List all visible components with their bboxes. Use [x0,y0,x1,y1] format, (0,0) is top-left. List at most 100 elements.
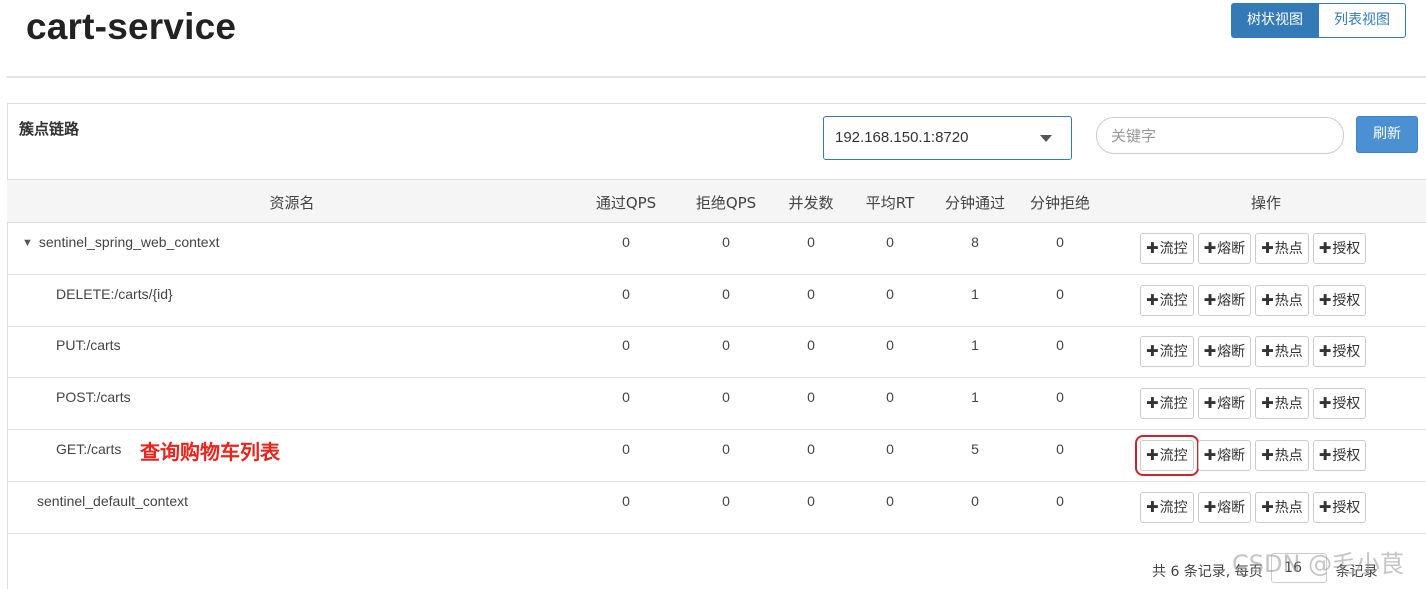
authority-button[interactable]: ✚授权 [1312,439,1367,471]
header-avg-rt: 平均RT [865,194,915,212]
flow-control-button[interactable]: ✚流控 [1140,491,1194,523]
metric-value: 0 [807,389,815,406]
authority-button[interactable]: ✚授权 [1312,284,1367,316]
op-label: 流控 [1159,447,1188,464]
row-actions: ✚流控 ✚熔断 ✚热点 ✚授权 [1140,233,1367,264]
metric-value: 0 [622,234,630,250]
table-row: PUT:/carts 0 0 0 0 1 0 ✚流控 ✚熔断 ✚热点 ✚授权 [7,326,1426,379]
metric-value: 0 [622,440,630,457]
refresh-button[interactable]: 刷新 [1356,116,1418,153]
metric-value: 1 [971,389,979,406]
plus-icon: ✚ [1146,239,1159,257]
op-label: 授权 [1332,344,1361,361]
op-label: 热点 [1274,447,1303,464]
metric-value: 0 [886,492,894,509]
flow-control-button[interactable]: ✚流控 [1140,388,1194,420]
metric-value: 0 [1056,492,1064,509]
authority-button[interactable]: ✚授权 [1312,491,1367,523]
circuit-breaker-button[interactable]: ✚熔断 [1197,336,1252,368]
circuit-breaker-button[interactable]: ✚熔断 [1197,284,1252,316]
plus-icon: ✚ [1318,445,1332,464]
table-row: sentinel_default_context 0 0 0 0 0 0 ✚流控 ✚熔断 ✚热点 ✚… [7,482,1426,534]
plus-icon: ✚ [1261,342,1274,361]
machine-select[interactable]: 192.168.150.1:8720 [823,116,1072,160]
op-label: 授权 [1332,447,1361,464]
metric-value: 0 [1056,337,1064,354]
authority-button[interactable]: ✚授权 [1312,233,1367,264]
plus-icon: ✚ [1261,394,1274,413]
flow-control-button[interactable]: ✚流控 [1140,284,1194,316]
row-actions: ✚流控 ✚熔断 ✚热点 ✚授权 [1135,434,1367,476]
tree-view-button[interactable]: 树状视图 [1231,3,1319,38]
hot-param-button[interactable]: ✚热点 [1255,388,1309,420]
op-label: 熔断 [1217,344,1246,361]
metric-value: 1 [971,285,979,302]
plus-icon: ✚ [1146,445,1159,464]
annotation-label: 查询购物车列表 [140,439,280,464]
metric-value: 0 [971,492,979,509]
metric-value: 0 [722,440,730,457]
authority-button[interactable]: ✚授权 [1312,388,1367,420]
metric-value: 0 [886,285,894,302]
circuit-breaker-button[interactable]: ✚熔断 [1197,233,1252,264]
metric-value: 0 [722,285,730,302]
hot-param-button[interactable]: ✚热点 [1255,336,1309,368]
resource-name: POST:/carts [56,389,131,405]
page-title: cart-service [26,6,237,47]
metric-value: 0 [807,492,815,509]
table-row: DELETE:/carts/{id} 0 0 0 0 1 0 ✚流控 ✚熔断 ✚热点 ✚授权 [7,275,1426,327]
chevron-down-icon [1040,135,1052,142]
header-minute-block: 分钟拒绝 [1029,194,1091,212]
op-label: 热点 [1274,241,1303,257]
hot-param-button[interactable]: ✚热点 [1255,233,1309,264]
plus-icon: ✚ [1318,290,1332,309]
table-row: POST:/carts 0 0 0 0 1 0 ✚流控 ✚熔断 ✚热点 ✚授权 [7,378,1426,431]
expand-triangle-icon[interactable]: ▼ [22,237,33,249]
op-label: 授权 [1332,292,1361,309]
op-label: 流控 [1159,292,1188,309]
plus-icon: ✚ [1146,497,1159,516]
flow-control-button[interactable]: ✚流控 [1140,233,1194,264]
resource-name-label: sentinel_default_context [37,492,188,509]
plus-icon: ✚ [1146,342,1159,361]
op-label: 熔断 [1217,447,1246,464]
metric-value: 8 [971,234,979,250]
metric-value: 0 [622,389,630,406]
op-label: 热点 [1274,396,1303,413]
authority-button[interactable]: ✚授权 [1312,336,1367,368]
metric-value: 0 [722,389,730,406]
header-resource-name: 资源名 [269,194,315,212]
op-label: 熔断 [1217,499,1246,516]
metric-value: 0 [886,440,894,457]
keyword-search-input[interactable] [1096,117,1344,154]
op-label: 授权 [1332,241,1361,257]
metric-value: 0 [722,492,730,509]
op-label: 授权 [1332,396,1361,413]
circuit-breaker-button[interactable]: ✚熔断 [1197,388,1252,420]
hot-param-button[interactable]: ✚热点 [1255,491,1309,523]
plus-icon: ✚ [1261,445,1274,464]
metric-value: 0 [1056,234,1064,250]
machine-select-value: 192.168.150.1:8720 [835,129,969,146]
circuit-breaker-button[interactable]: ✚熔断 [1197,439,1252,471]
list-view-button[interactable]: 列表视图 [1319,3,1406,38]
resource-name-label: GET:/carts [56,440,122,457]
hot-param-button[interactable]: ✚热点 [1255,439,1309,471]
resource-name: GET:/carts [56,441,121,457]
header-pass-qps: 通过QPS [595,194,657,212]
circuit-breaker-button[interactable]: ✚熔断 [1197,491,1252,523]
plus-icon: ✚ [1318,342,1332,361]
header-block-qps: 拒绝QPS [695,194,757,212]
metric-value: 0 [807,440,815,457]
metric-value: 0 [1056,440,1064,457]
flow-control-button[interactable]: ✚流控 [1140,336,1194,368]
watermark: CSDN @毛小茛 [1232,550,1405,578]
plus-icon: ✚ [1318,239,1332,257]
row-actions: ✚流控 ✚熔断 ✚热点 ✚授权 [1140,284,1367,316]
header-concurrency: 并发数 [788,194,834,212]
hot-param-button[interactable]: ✚热点 [1255,284,1309,316]
op-label: 热点 [1274,499,1303,516]
metric-value: 1 [971,337,979,354]
header-actions: 操作 [1250,194,1282,212]
flow-control-button[interactable]: ✚流控 [1135,434,1199,476]
